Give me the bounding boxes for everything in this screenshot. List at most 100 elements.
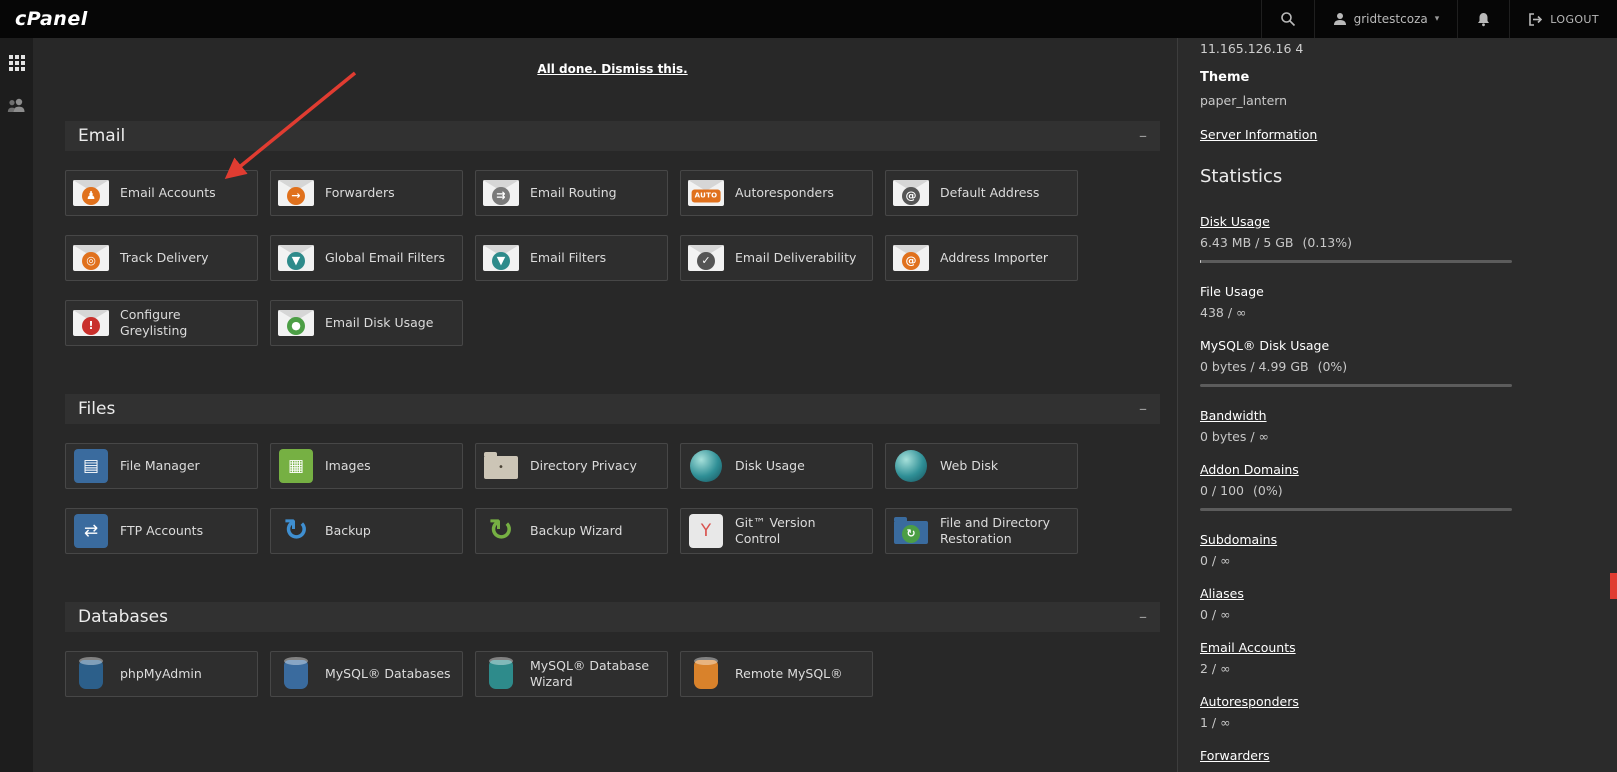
autoresponders-icon-badge: AUTO xyxy=(691,189,721,203)
stat-value: 0 / 100 (0%) xyxy=(1200,483,1283,498)
ftp-accounts-icon-base: ⇄ xyxy=(74,514,108,548)
last-login-ip-value: 11.165.126.16 4 xyxy=(1200,41,1304,56)
nav-user-manager-button[interactable] xyxy=(4,92,30,118)
stat-value: 0 bytes / 4.99 GB (0%) xyxy=(1200,359,1348,374)
card-grid: ▤ File Manager ▦ Images • Directory Privacy Di… xyxy=(65,443,1160,554)
stat-value: 2 / ∞ xyxy=(1200,661,1231,676)
apps-grid-icon xyxy=(8,55,25,71)
stat-label[interactable]: Addon Domains xyxy=(1200,462,1299,477)
statistics-list: Disk Usage 6.43 MB / 5 GB (0.13%) File Usag… xyxy=(1200,211,1593,772)
app-card-file-manager[interactable]: ▤ File Manager xyxy=(65,443,258,489)
app-card-images[interactable]: ▦ Images xyxy=(270,443,463,489)
app-card-label: File Manager xyxy=(120,458,200,474)
app-card-global-email-filters[interactable]: ▼ Global Email Filters xyxy=(270,235,463,281)
global-email-filters-icon-badge: ▼ xyxy=(287,251,305,270)
theme-value: paper_lantern xyxy=(1200,93,1288,108)
app-card-email-routing[interactable]: ⇉ Email Routing xyxy=(475,170,668,216)
app-card-label: Web Disk xyxy=(940,458,999,474)
stat-label[interactable]: Bandwidth xyxy=(1200,408,1267,423)
section-header: Email – xyxy=(65,121,1160,151)
app-card-mysql-databases[interactable]: MySQL® Databases xyxy=(270,651,463,697)
stat-value: 0 bytes / ∞ xyxy=(1200,429,1269,444)
app-card-label: Track Delivery xyxy=(120,250,209,266)
search-icon xyxy=(1280,12,1295,27)
stat-label[interactable]: Subdomains xyxy=(1200,532,1277,547)
stat-label[interactable]: Aliases xyxy=(1200,586,1244,601)
forwarders-icon-badge: → xyxy=(287,186,305,205)
app-card-label: Configure Greylisting xyxy=(120,307,188,338)
app-card-label: Global Email Filters xyxy=(325,250,445,266)
app-card-email-disk-usage[interactable]: ● Email Disk Usage xyxy=(270,300,463,346)
app-card-remote-mysql[interactable]: Remote MySQL® xyxy=(680,651,873,697)
collapse-section-icon[interactable]: – xyxy=(1139,128,1147,144)
stat-label[interactable]: Autoresponders xyxy=(1200,694,1299,709)
stat-bandwidth: Bandwidth 0 bytes / ∞ xyxy=(1200,405,1593,444)
app-card-label: phpMyAdmin xyxy=(120,666,202,682)
email-disk-usage-icon: ● xyxy=(276,303,316,343)
app-card-email-deliverability[interactable]: ✓ Email Deliverability xyxy=(680,235,873,281)
collapse-section-icon[interactable]: – xyxy=(1139,609,1147,625)
username: gridtestcoza xyxy=(1353,12,1428,26)
app-card-mysql-database-wizard[interactable]: MySQL® Database Wizard xyxy=(475,651,668,697)
stat-file-usage: File Usage 438 / ∞ xyxy=(1200,281,1593,320)
app-card-file-and-directory-restoration[interactable]: ↻ File and Directory Restoration xyxy=(885,508,1078,554)
app-card-label: Email Disk Usage xyxy=(325,315,434,331)
app-card-phpmyadmin[interactable]: phpMyAdmin xyxy=(65,651,258,697)
user-menu[interactable]: gridtestcoza ▾ xyxy=(1313,0,1458,38)
dismiss-notice-link[interactable]: All done. Dismiss this. xyxy=(537,62,687,76)
stat-label[interactable]: Email Accounts xyxy=(1200,640,1296,655)
git-version-control-icon: Y xyxy=(686,511,726,551)
stat-progress-bar xyxy=(1200,384,1512,387)
section-header: Databases – xyxy=(65,602,1160,632)
app-card-label: Address Importer xyxy=(940,250,1049,266)
app-card-configure-greylisting[interactable]: ! Configure Greylisting xyxy=(65,300,258,346)
card-grid: phpMyAdmin MySQL® Databases MySQL® Databas… xyxy=(65,651,1160,697)
logout-label: LOGOUT xyxy=(1550,12,1599,26)
app-card-track-delivery[interactable]: ◎ Track Delivery xyxy=(65,235,258,281)
app-card-backup[interactable]: ↻ Backup xyxy=(270,508,463,554)
file-manager-icon: ▤ xyxy=(71,446,111,486)
app-card-label: Autoresponders xyxy=(735,185,834,201)
app-card-label: Git™ Version Control xyxy=(735,515,816,546)
stat-label: File Usage xyxy=(1200,284,1264,299)
stat-percentage: (0%) xyxy=(1252,483,1283,498)
directory-privacy-icon-base: • xyxy=(484,452,518,479)
app-card-address-importer[interactable]: @ Address Importer xyxy=(885,235,1078,281)
notice-bar: All done. Dismiss this. xyxy=(65,38,1160,121)
app-card-label: Default Address xyxy=(940,185,1040,201)
app-card-ftp-accounts[interactable]: ⇄ FTP Accounts xyxy=(65,508,258,554)
app-card-autoresponders[interactable]: AUTO Autoresponders xyxy=(680,170,873,216)
statistics-title: Statistics xyxy=(1200,166,1283,187)
stat-progress-bar xyxy=(1200,260,1512,263)
app-card-default-address[interactable]: @ Default Address xyxy=(885,170,1078,216)
stat-label[interactable]: Forwarders xyxy=(1200,748,1270,763)
right-sidebar: 11.165.126.16 4 Theme paper_lantern Serv… xyxy=(1177,38,1617,772)
server-information-link[interactable]: Server Information xyxy=(1200,127,1317,142)
feedback-tab-edge[interactable] xyxy=(1610,573,1617,599)
collapse-section-icon[interactable]: – xyxy=(1139,401,1147,417)
app-card-backup-wizard[interactable]: ↻ Backup Wizard xyxy=(475,508,668,554)
address-importer-icon-badge: @ xyxy=(902,251,920,270)
app-card-disk-usage[interactable]: Disk Usage xyxy=(680,443,873,489)
email-filters-icon: ▼ xyxy=(481,238,521,278)
app-card-forwarders[interactable]: → Forwarders xyxy=(270,170,463,216)
stat-percentage: (0.13%) xyxy=(1302,235,1352,250)
nav-apps-button[interactable] xyxy=(4,50,30,76)
app-card-web-disk[interactable]: Web Disk xyxy=(885,443,1078,489)
app-card-email-filters[interactable]: ▼ Email Filters xyxy=(475,235,668,281)
stat-label: MySQL® Disk Usage xyxy=(1200,338,1330,353)
file-directory-restoration-icon: ↻ xyxy=(891,511,931,551)
track-delivery-icon-badge: ◎ xyxy=(82,251,100,270)
file-directory-restoration-icon-badge: ↻ xyxy=(902,524,920,543)
bell-icon xyxy=(1478,12,1490,26)
notifications-button[interactable] xyxy=(1457,0,1509,38)
app-card-git-version-control[interactable]: Y Git™ Version Control xyxy=(680,508,873,554)
app-card-email-accounts[interactable]: ♟ Email Accounts xyxy=(65,170,258,216)
app-card-directory-privacy[interactable]: • Directory Privacy xyxy=(475,443,668,489)
app-card-label: MySQL® Databases xyxy=(325,666,451,682)
search-button[interactable] xyxy=(1260,0,1314,38)
logout-button[interactable]: LOGOUT xyxy=(1509,0,1617,38)
stat-label[interactable]: Disk Usage xyxy=(1200,214,1270,229)
stat-progress-bar xyxy=(1200,508,1512,511)
stat-value: 0 / ∞ xyxy=(1200,607,1231,622)
